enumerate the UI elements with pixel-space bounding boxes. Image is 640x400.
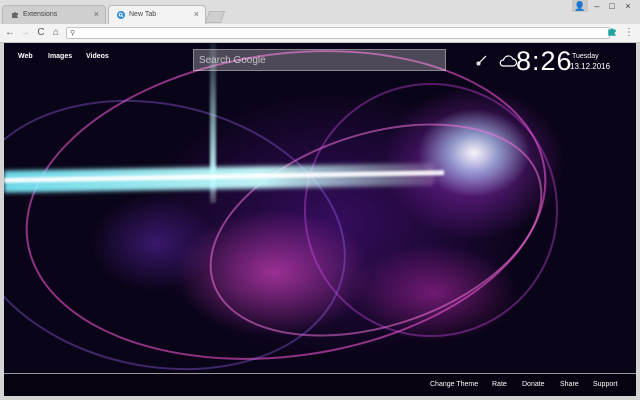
puzzle-icon	[12, 12, 18, 18]
google-search-box[interactable]	[193, 49, 446, 71]
search-input[interactable]	[194, 50, 445, 70]
tab-label: New Tab	[129, 11, 157, 18]
footer-link-donate[interactable]: Donate	[522, 381, 545, 388]
user-profile-icon[interactable]: 👤	[572, 0, 588, 12]
cloud-icon[interactable]	[498, 54, 518, 68]
search-icon: ⚲	[70, 30, 76, 37]
tab-extensions[interactable]: Extensions ×	[2, 5, 106, 24]
maximize-icon[interactable]: □	[605, 0, 619, 12]
background-swirl	[304, 83, 558, 337]
footer-link-share[interactable]: Share	[560, 381, 579, 388]
back-icon[interactable]: ←	[4, 26, 16, 40]
minimize-icon[interactable]: –	[590, 0, 604, 12]
tab-new-tab[interactable]: New Tab ×	[108, 5, 206, 24]
menu-icon[interactable]: ⋮	[624, 27, 634, 39]
nav-link-web[interactable]: Web	[18, 53, 33, 60]
close-icon[interactable]: ×	[94, 9, 99, 19]
home-icon[interactable]: ⌂	[50, 26, 62, 40]
browser-window: Extensions × New Tab × 👤 – □ × ← → C ⌂ ⚲…	[0, 0, 640, 400]
footer-bar: Change Theme Rate Donate Share Support	[4, 373, 636, 396]
newtab-search-icon	[117, 11, 125, 19]
close-window-icon[interactable]: ×	[620, 0, 636, 12]
clock-time: 8:26	[516, 46, 573, 76]
tab-label: Extensions	[23, 11, 58, 18]
new-tab-button[interactable]	[204, 11, 226, 23]
nav-link-videos[interactable]: Videos	[86, 53, 109, 60]
footer-link-support[interactable]: Support	[593, 381, 618, 388]
forward-icon[interactable]: →	[19, 26, 31, 40]
footer-link-rate[interactable]: Rate	[492, 381, 507, 388]
browser-toolbar: ← → C ⌂ ⚲ ⋮	[0, 24, 640, 43]
close-icon[interactable]: ×	[194, 9, 199, 19]
date-text: 13.12.2016	[570, 62, 611, 71]
brush-icon[interactable]	[476, 54, 488, 66]
address-bar[interactable]: ⚲	[66, 27, 610, 39]
extension-puzzle-icon[interactable]	[606, 27, 618, 39]
nav-link-images[interactable]: Images	[48, 53, 72, 60]
footer-divider	[4, 373, 636, 374]
footer-link-change-theme[interactable]: Change Theme	[430, 381, 478, 388]
reload-icon[interactable]: C	[35, 26, 47, 40]
new-tab-page: Web Images Videos 8:26 Tuesday 13.12.201…	[4, 43, 636, 396]
tab-strip: Extensions × New Tab × 👤 – □ ×	[0, 0, 640, 24]
day-name: Tuesday	[572, 53, 599, 60]
